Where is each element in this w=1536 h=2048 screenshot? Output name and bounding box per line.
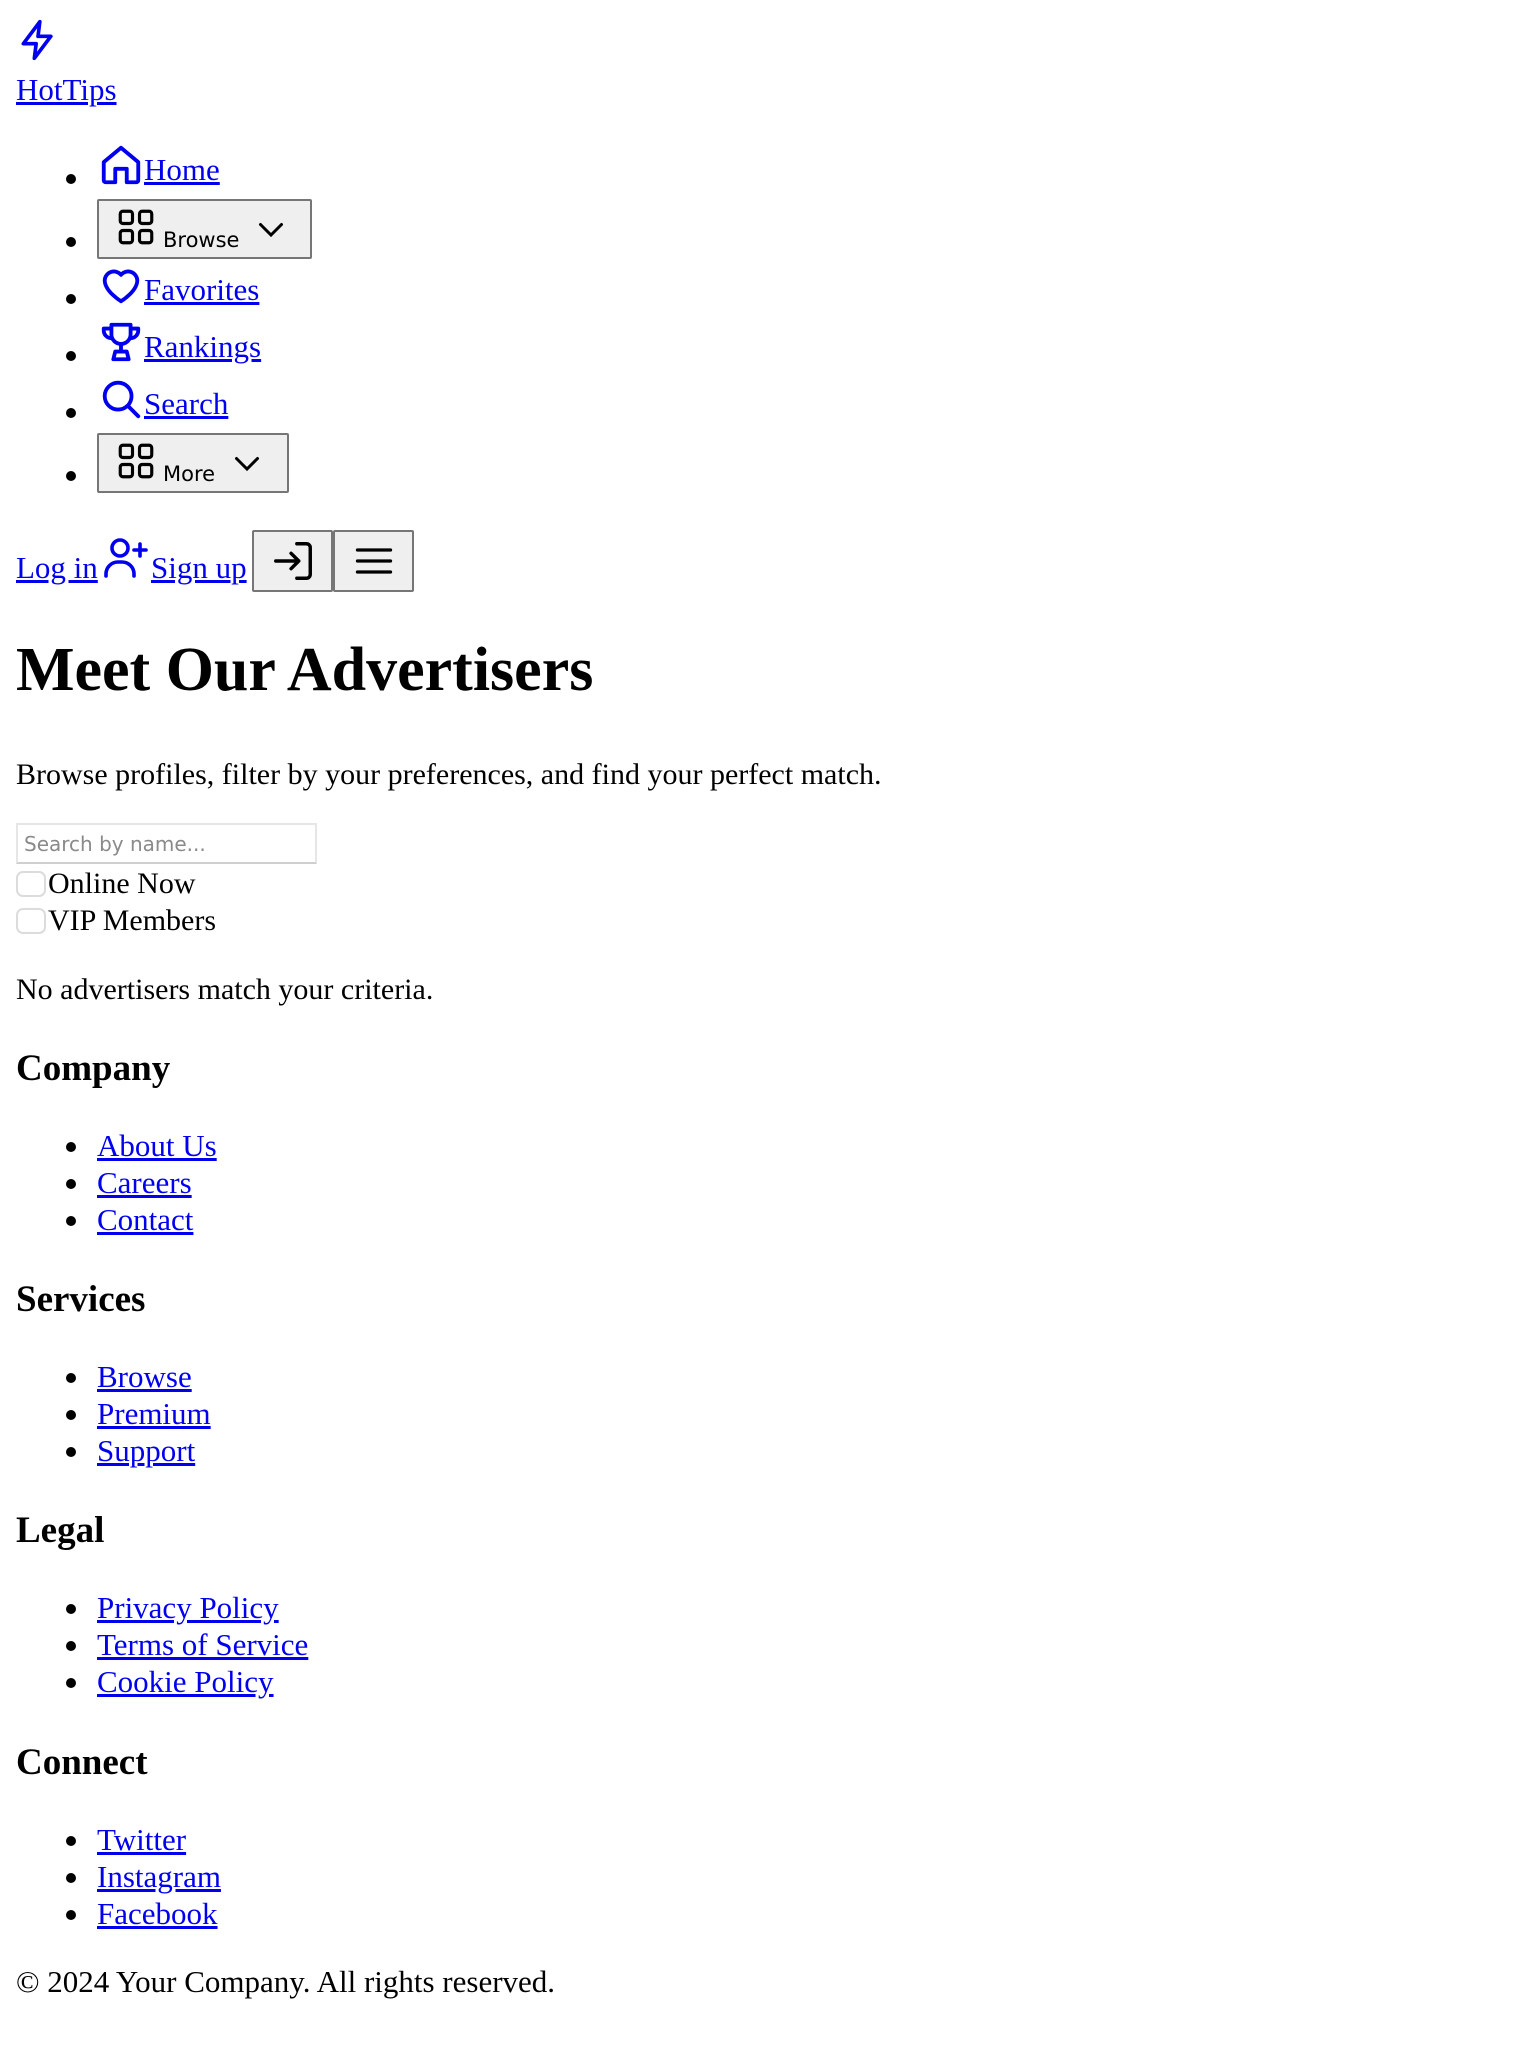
list-bullet bbox=[66, 1836, 76, 1846]
footer-link-careers[interactable]: Careers bbox=[97, 1165, 192, 1201]
search-icon bbox=[98, 376, 144, 422]
online-checkbox[interactable] bbox=[16, 871, 46, 897]
search-input[interactable] bbox=[16, 823, 317, 864]
list-bullet bbox=[66, 1447, 76, 1457]
nav-label: Favorites bbox=[144, 272, 260, 307]
list-bullet bbox=[66, 237, 76, 247]
footer-link-instagram[interactable]: Instagram bbox=[97, 1859, 221, 1895]
footer-link-privacy[interactable]: Privacy Policy bbox=[97, 1590, 279, 1626]
login-button[interactable] bbox=[252, 530, 333, 592]
grid-icon bbox=[115, 206, 157, 248]
list-bullet bbox=[66, 1873, 76, 1883]
dropdown-label: More bbox=[163, 462, 216, 486]
page-title: Meet Our Advertisers bbox=[16, 636, 594, 704]
list-bullet bbox=[66, 1216, 76, 1226]
hamburger-menu-icon bbox=[352, 539, 396, 583]
footer-link-about[interactable]: About Us bbox=[97, 1128, 217, 1164]
grid-icon bbox=[115, 440, 157, 482]
more-dropdown-button[interactable]: More bbox=[97, 433, 289, 493]
vip-checkbox[interactable] bbox=[16, 908, 46, 934]
browse-dropdown-button[interactable]: Browse bbox=[97, 199, 312, 259]
chevron-down-icon bbox=[253, 211, 289, 247]
vip-filter[interactable]: VIP Members bbox=[16, 903, 216, 939]
footer-link-cookies[interactable]: Cookie Policy bbox=[97, 1664, 274, 1700]
footer-link-twitter[interactable]: Twitter bbox=[97, 1822, 186, 1858]
list-bullet bbox=[66, 408, 76, 418]
online-filter[interactable]: Online Now bbox=[16, 866, 195, 902]
vip-label: VIP Members bbox=[48, 904, 217, 937]
user-plus-icon bbox=[102, 534, 150, 582]
list-bullet bbox=[66, 1678, 76, 1688]
chevron-down-icon bbox=[229, 445, 265, 481]
footer-link-contact[interactable]: Contact bbox=[97, 1202, 193, 1238]
home-icon bbox=[98, 142, 144, 188]
list-bullet bbox=[66, 294, 76, 304]
online-label: Online Now bbox=[48, 867, 196, 900]
nav-label: Search bbox=[144, 386, 229, 421]
log-in-icon bbox=[270, 538, 316, 584]
heart-icon bbox=[98, 262, 144, 308]
footer-heading-connect: Connect bbox=[16, 1742, 148, 1783]
menu-button[interactable] bbox=[333, 530, 414, 592]
nav-link-home[interactable]: Home bbox=[98, 142, 220, 188]
nav-link-favorites[interactable]: Favorites bbox=[98, 262, 259, 308]
list-bullet bbox=[66, 174, 76, 184]
login-link[interactable]: Log in bbox=[16, 548, 98, 588]
footer-link-facebook[interactable]: Facebook bbox=[97, 1896, 218, 1932]
footer-heading-services: Services bbox=[16, 1279, 146, 1320]
footer-heading-legal: Legal bbox=[16, 1510, 105, 1551]
list-bullet bbox=[66, 1373, 76, 1383]
footer-link-browse[interactable]: Browse bbox=[97, 1359, 192, 1395]
nav-link-rankings[interactable]: Rankings bbox=[98, 319, 261, 365]
nav-link-search[interactable]: Search bbox=[98, 376, 228, 422]
list-bullet bbox=[66, 1604, 76, 1614]
nav-label: Home bbox=[144, 152, 220, 187]
nav-label: Rankings bbox=[144, 329, 262, 364]
lightning-icon bbox=[16, 16, 60, 64]
page-subtitle: Browse profiles, filter by your preferen… bbox=[16, 758, 882, 791]
list-bullet bbox=[66, 351, 76, 361]
list-bullet bbox=[66, 1410, 76, 1420]
brand-link[interactable]: HotTips bbox=[16, 70, 117, 110]
copyright-text: © 2024 Your Company. All rights reserved… bbox=[16, 1964, 556, 1999]
footer-link-terms[interactable]: Terms of Service bbox=[97, 1627, 308, 1663]
list-bullet bbox=[66, 1910, 76, 1920]
signup-link[interactable]: Sign up bbox=[151, 548, 247, 588]
trophy-icon bbox=[98, 319, 144, 365]
list-bullet bbox=[66, 1179, 76, 1189]
footer-link-support[interactable]: Support bbox=[97, 1433, 195, 1469]
empty-results-message: No advertisers match your criteria. bbox=[16, 973, 434, 1006]
list-bullet bbox=[66, 1142, 76, 1152]
list-bullet bbox=[66, 1641, 76, 1651]
dropdown-label: Browse bbox=[163, 228, 240, 252]
list-bullet bbox=[66, 471, 76, 481]
footer-heading-company: Company bbox=[16, 1048, 171, 1089]
footer-link-premium[interactable]: Premium bbox=[97, 1396, 211, 1432]
